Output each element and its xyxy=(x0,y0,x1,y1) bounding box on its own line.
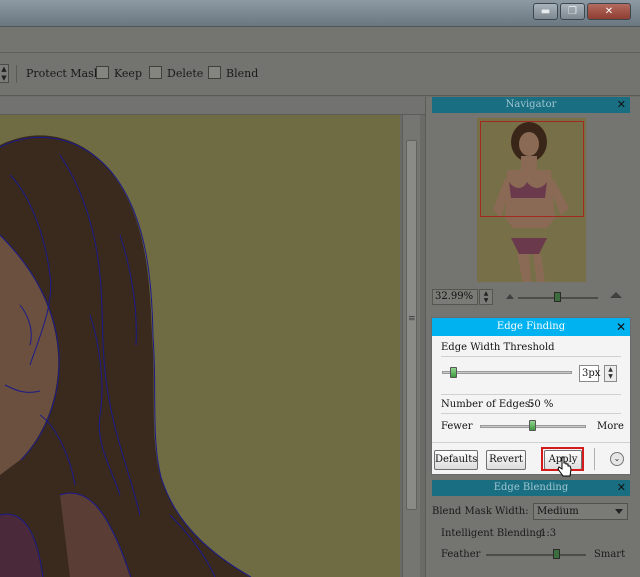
blend-mask-width-label: Blend Mask Width: xyxy=(432,506,529,517)
brush-size-spin-icon[interactable]: ▲ ▼ xyxy=(0,64,9,83)
blend-slider-track[interactable] xyxy=(486,554,586,556)
zoom-slider-knob[interactable] xyxy=(554,292,561,302)
blend-mask-width-value: Medium xyxy=(537,506,579,517)
mountain-large-icon[interactable] xyxy=(610,292,622,298)
close-icon[interactable]: ✕ xyxy=(616,318,626,336)
threshold-input[interactable]: 3px xyxy=(579,365,600,382)
chevron-down-icon xyxy=(615,509,623,514)
divider xyxy=(441,394,621,395)
navigator-title: Navigator xyxy=(505,99,557,110)
photo-with-edges xyxy=(0,115,400,577)
navigator-header: Navigator ✕ xyxy=(432,97,630,113)
divider xyxy=(441,356,621,357)
mouse-cursor-icon xyxy=(557,456,572,477)
edge-blending-title: Edge Blending xyxy=(493,482,569,493)
title-bar: ▬ ❐ ✕ xyxy=(0,0,640,27)
zoom-input[interactable]: 32.99% xyxy=(432,289,478,305)
feather-label: Feather xyxy=(441,549,481,560)
intelligent-blending-label: Intelligent Blending: xyxy=(441,528,546,539)
intelligent-blending-value: 1:3 xyxy=(540,528,557,539)
divider xyxy=(441,413,621,414)
edge-finding-title: Edge Finding xyxy=(496,321,566,332)
blend-slider-knob[interactable] xyxy=(553,549,560,559)
keep-label: Keep xyxy=(114,67,142,80)
number-of-edges-label: Number of Edges: xyxy=(441,399,534,410)
blend-mask-width-select[interactable]: Medium xyxy=(533,503,628,520)
close-icon[interactable]: ✕ xyxy=(617,480,626,496)
threshold-slider-track[interactable] xyxy=(442,371,572,374)
keep-checkbox[interactable] xyxy=(96,66,109,79)
restore-icon[interactable]: ❐ xyxy=(560,3,585,20)
edge-finding-titlebar[interactable]: Edge Finding ✕ xyxy=(432,318,630,336)
menu-strip xyxy=(0,27,640,53)
protect-mask-label: Protect Mask: xyxy=(26,67,105,80)
defaults-button[interactable]: Defaults xyxy=(434,450,478,470)
toolbar: ▲ ▼ Protect Mask: Keep Delete Blend xyxy=(0,53,640,96)
delete-checkbox[interactable] xyxy=(149,66,162,79)
navigator-view-rect[interactable] xyxy=(480,121,584,217)
spin-arrows-icon[interactable]: ▲ ▼ xyxy=(604,365,617,382)
blend-checkbox[interactable] xyxy=(208,66,221,79)
spin-arrows-icon[interactable]: ▲ ▼ xyxy=(479,289,493,305)
number-of-edges-value: 50 % xyxy=(528,399,554,410)
mountain-small-icon[interactable] xyxy=(506,294,514,299)
expand-chevron-icon[interactable]: ⌄ xyxy=(610,452,624,466)
revert-button[interactable]: Revert xyxy=(486,450,526,470)
smart-label: Smart xyxy=(594,549,626,560)
toolbar-separator xyxy=(16,65,17,83)
canvas-area xyxy=(0,97,425,577)
close-icon[interactable]: ✕ xyxy=(617,97,626,113)
image-canvas[interactable] xyxy=(0,115,400,577)
close-icon[interactable]: ✕ xyxy=(587,3,631,20)
divider xyxy=(594,448,595,470)
edges-slider-knob[interactable] xyxy=(529,420,536,431)
threshold-slider-knob[interactable] xyxy=(450,367,457,378)
divider xyxy=(432,442,630,443)
canvas-vertical-scrollbar[interactable] xyxy=(402,115,420,577)
blend-label: Blend xyxy=(226,67,259,80)
delete-label: Delete xyxy=(167,67,204,80)
edge-blending-header: Edge Blending ✕ xyxy=(432,480,630,496)
edge-finding-dialog: Edge Finding ✕ Edge Width Threshold 3px … xyxy=(431,317,631,475)
fewer-label: Fewer xyxy=(441,421,473,432)
more-label: More xyxy=(597,421,624,432)
edge-width-threshold-label: Edge Width Threshold xyxy=(441,342,555,353)
minimize-icon[interactable]: ▬ xyxy=(533,3,558,20)
panel-resize-grip[interactable]: ≡ xyxy=(408,315,416,328)
canvas-header xyxy=(0,97,425,115)
